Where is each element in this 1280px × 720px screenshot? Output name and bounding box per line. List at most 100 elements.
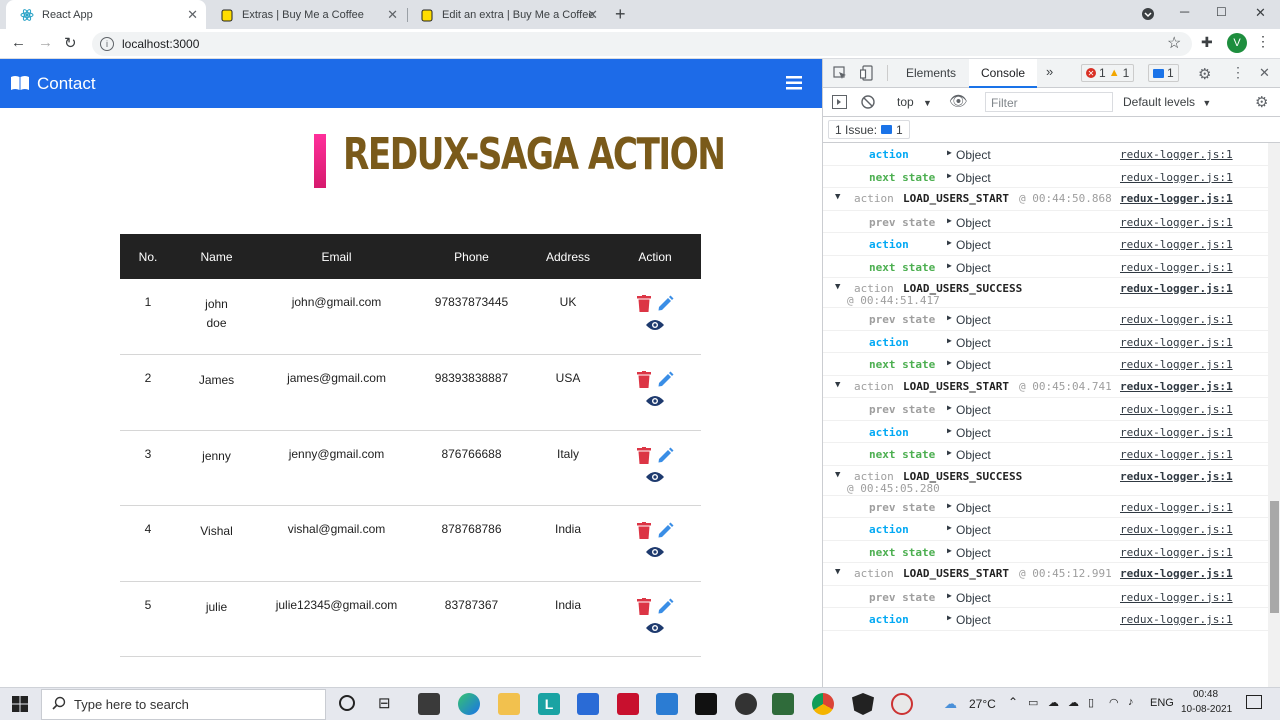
forward-icon[interactable]: → <box>38 34 53 51</box>
microsoft-store-icon[interactable] <box>418 693 440 715</box>
collapse-arrow-icon[interactable]: ▼ <box>835 192 840 202</box>
menu-kebab-icon[interactable]: ⋮ <box>1256 33 1270 50</box>
profile-avatar[interactable]: V <box>1227 33 1247 53</box>
expand-arrow-icon[interactable]: ▶ <box>947 261 952 270</box>
vscode-icon[interactable] <box>656 693 678 715</box>
log-object[interactable]: Object <box>956 591 991 605</box>
edit-pencil-icon[interactable] <box>657 295 674 315</box>
expand-arrow-icon[interactable]: ▶ <box>947 613 952 622</box>
new-tab-icon[interactable]: + <box>615 4 626 25</box>
cloud-icon[interactable]: ☁ <box>1048 696 1059 709</box>
source-link[interactable]: redux-logger.js:1 <box>1120 403 1233 416</box>
task-view-icon[interactable]: ⊟ <box>378 694 391 712</box>
collapse-arrow-icon[interactable]: ▼ <box>835 567 840 577</box>
address-bar[interactable]: i localhost:3000 <box>92 32 1192 56</box>
live-expression-eye-icon[interactable]: 👁 <box>949 92 968 110</box>
tab-console-active[interactable]: Console <box>969 59 1037 88</box>
expand-arrow-icon[interactable]: ▶ <box>947 336 952 345</box>
back-icon[interactable]: ← <box>11 34 26 51</box>
windows-start-icon[interactable] <box>12 696 28 717</box>
clock-date[interactable]: 10-08-2021 <box>1181 704 1232 715</box>
messages-counter[interactable]: 1 <box>1148 64 1179 82</box>
delete-trash-icon[interactable] <box>636 295 651 315</box>
source-link[interactable]: redux-logger.js:1 <box>1120 448 1233 461</box>
source-link[interactable]: redux-logger.js:1 <box>1120 148 1233 161</box>
info-icon[interactable]: i <box>100 37 114 51</box>
app-l-icon[interactable]: L <box>538 693 560 715</box>
expand-arrow-icon[interactable]: ▶ <box>947 523 952 532</box>
taskbar-search-box[interactable]: Type here to search <box>41 689 326 720</box>
scrollbar-thumb[interactable] <box>1270 501 1279 613</box>
edit-pencil-icon[interactable] <box>657 371 674 391</box>
app-swirl-icon[interactable] <box>891 693 913 715</box>
context-selector[interactable]: top ▼ <box>897 95 932 109</box>
expand-arrow-icon[interactable]: ▶ <box>947 591 952 600</box>
shield-icon[interactable] <box>852 693 874 715</box>
language-indicator[interactable]: ENG <box>1150 697 1174 709</box>
mcafee-icon[interactable] <box>617 693 639 715</box>
close-window-icon[interactable]: ✕ <box>1255 5 1266 21</box>
notifications-icon[interactable] <box>1246 695 1262 709</box>
source-link[interactable]: redux-logger.js:1 <box>1120 380 1233 393</box>
expand-arrow-icon[interactable]: ▶ <box>947 426 952 435</box>
log-object[interactable]: Object <box>956 448 991 462</box>
log-object[interactable]: Object <box>956 523 991 537</box>
bookmark-star-icon[interactable]: ☆ <box>1167 33 1181 53</box>
collapse-arrow-icon[interactable]: ▼ <box>835 470 840 480</box>
expand-arrow-icon[interactable]: ▶ <box>947 238 952 247</box>
mail-icon[interactable] <box>577 693 599 715</box>
expand-arrow-icon[interactable]: ▶ <box>947 216 952 225</box>
source-link[interactable]: redux-logger.js:1 <box>1120 567 1233 580</box>
close-tab-icon[interactable]: ✕ <box>187 7 198 23</box>
error-warning-counter[interactable]: ✕ 1 ▲ 1 <box>1081 64 1135 82</box>
sidebar-toggle-icon[interactable] <box>832 95 847 112</box>
expand-arrow-icon[interactable]: ▶ <box>947 148 952 157</box>
delete-trash-icon[interactable] <box>636 446 651 467</box>
view-eye-icon[interactable] <box>646 471 664 486</box>
weather-icon[interactable]: ☁ <box>944 696 957 712</box>
log-object[interactable]: Object <box>956 261 991 275</box>
source-link[interactable]: redux-logger.js:1 <box>1120 470 1233 483</box>
source-link[interactable]: redux-logger.js:1 <box>1120 261 1233 274</box>
hamburger-menu-icon[interactable] <box>786 76 802 95</box>
file-explorer-icon[interactable] <box>498 693 520 715</box>
volume-icon[interactable]: ♪ <box>1128 696 1134 708</box>
console-filter-input[interactable]: Filter <box>985 92 1113 112</box>
source-link[interactable]: redux-logger.js:1 <box>1120 192 1233 205</box>
clock-time[interactable]: 00:48 <box>1193 689 1218 700</box>
source-link[interactable]: redux-logger.js:1 <box>1120 546 1233 559</box>
tab-elements[interactable]: Elements <box>906 66 956 80</box>
log-object[interactable]: Object <box>956 403 991 417</box>
log-object[interactable]: Object <box>956 238 991 252</box>
network-icon[interactable]: ▭ <box>1028 696 1038 709</box>
log-object[interactable]: Object <box>956 171 991 185</box>
view-eye-icon[interactable] <box>646 319 664 334</box>
log-object[interactable]: Object <box>956 313 991 327</box>
source-link[interactable]: redux-logger.js:1 <box>1120 358 1233 371</box>
expand-arrow-icon[interactable]: ▶ <box>947 358 952 367</box>
log-object[interactable]: Object <box>956 216 991 230</box>
view-eye-icon[interactable] <box>646 622 664 637</box>
clear-console-icon[interactable] <box>861 95 875 112</box>
cortana-icon[interactable] <box>339 695 355 711</box>
source-link[interactable]: redux-logger.js:1 <box>1120 216 1233 229</box>
expand-arrow-icon[interactable]: ▶ <box>947 448 952 457</box>
edit-pencil-icon[interactable] <box>657 447 674 467</box>
collapse-arrow-icon[interactable]: ▼ <box>835 380 840 390</box>
minimize-icon[interactable]: ─ <box>1180 4 1189 19</box>
inspect-element-icon[interactable] <box>833 66 847 83</box>
tab-search-icon[interactable] <box>1141 7 1155 26</box>
log-levels-dropdown[interactable]: Default levels ▼ <box>1123 95 1211 109</box>
more-tabs-icon[interactable]: » <box>1046 64 1053 79</box>
collapse-arrow-icon[interactable]: ▼ <box>835 282 840 292</box>
chrome-icon[interactable] <box>812 693 834 715</box>
source-link[interactable]: redux-logger.js:1 <box>1120 426 1233 439</box>
source-link[interactable]: redux-logger.js:1 <box>1120 336 1233 349</box>
log-object[interactable]: Object <box>956 148 991 162</box>
devtools-menu-icon[interactable]: ⋮ <box>1231 64 1245 81</box>
app-green-icon[interactable] <box>772 693 794 715</box>
source-link[interactable]: redux-logger.js:1 <box>1120 238 1233 251</box>
maximize-icon[interactable]: ☐ <box>1216 5 1227 19</box>
log-object[interactable]: Object <box>956 336 991 350</box>
expand-arrow-icon[interactable]: ▶ <box>947 546 952 555</box>
